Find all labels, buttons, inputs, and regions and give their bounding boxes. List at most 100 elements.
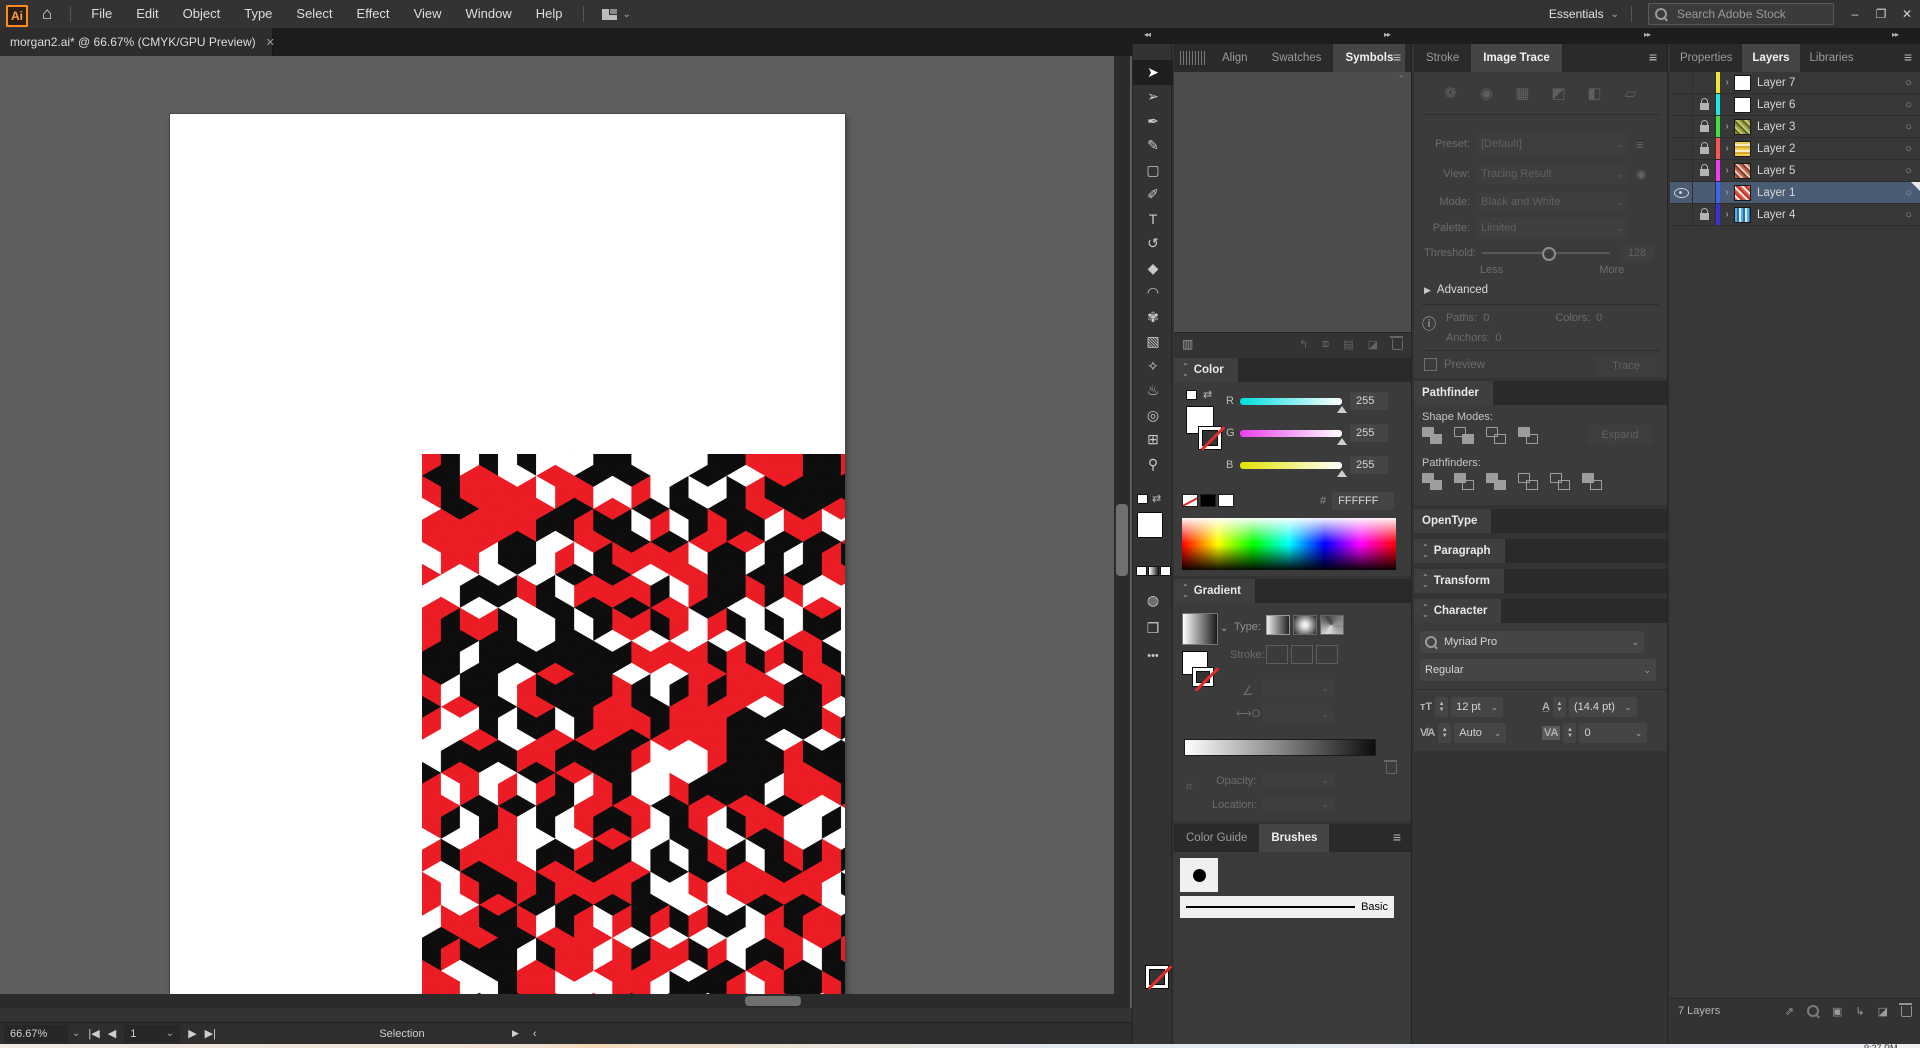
kerning-stepper[interactable]: ▲ ▼: [1438, 723, 1452, 743]
pathfinder-icon[interactable]: [1422, 473, 1444, 491]
new-symbol-icon[interactable]: ◪: [1368, 338, 1378, 351]
curvature-tool[interactable]: ✎: [1133, 134, 1173, 159]
radial-gradient-button[interactable]: [1293, 615, 1317, 635]
swap-fill-stroke-icon[interactable]: ⇄: [1152, 492, 1161, 505]
swap-colors-icon[interactable]: ⇄: [1203, 388, 1212, 401]
tracking-field[interactable]: 0 ⌄: [1579, 723, 1648, 743]
place-symbol-icon[interactable]: ↰: [1299, 338, 1308, 351]
menu-item[interactable]: View: [402, 0, 454, 28]
paintbrush-tool[interactable]: ✐: [1133, 183, 1173, 208]
layer-row[interactable]: › Layer 2 ○: [1670, 138, 1920, 160]
layer-thumbnail[interactable]: [1734, 140, 1751, 157]
threshold-value[interactable]: 128: [1620, 244, 1654, 262]
slider-thumb[interactable]: [1337, 437, 1347, 445]
visibility-cell[interactable]: [1670, 72, 1693, 93]
status-display[interactable]: Selection: [312, 1028, 492, 1040]
horizontal-scrollbar[interactable]: [0, 994, 1114, 1008]
artboard-number-field[interactable]: 1 ⌄: [124, 1024, 181, 1043]
white-swatch[interactable]: [1218, 494, 1234, 507]
panel-menu-icon[interactable]: ≡: [1393, 49, 1401, 65]
first-artboard-icon[interactable]: |◀: [88, 1027, 99, 1040]
freeform-gradient-button[interactable]: [1320, 615, 1344, 635]
none-swatch[interactable]: [1182, 494, 1198, 507]
channel-value[interactable]: 255: [1350, 424, 1388, 442]
layer-thumbnail[interactable]: [1734, 162, 1751, 179]
pathfinder-icon[interactable]: [1582, 473, 1604, 491]
expand-layer-icon[interactable]: ›: [1720, 187, 1734, 198]
round-brush-item[interactable]: [1180, 858, 1218, 892]
location-field[interactable]: ⌄: [1262, 795, 1334, 813]
expand-layer-icon[interactable]: ›: [1720, 77, 1734, 88]
collapse-panel-icon[interactable]: ⌃ ⌄: [1422, 574, 1429, 589]
menu-item[interactable]: Type: [232, 0, 284, 28]
visibility-cell[interactable]: [1670, 160, 1693, 181]
slider-thumb[interactable]: [1337, 469, 1347, 477]
pathfinder-icon[interactable]: [1550, 473, 1572, 491]
panel-menu-icon[interactable]: ≡: [1393, 829, 1401, 845]
channel-slider[interactable]: [1240, 429, 1347, 445]
layer-row[interactable]: › Layer 5 ○: [1670, 160, 1920, 182]
color-button[interactable]: [1136, 566, 1147, 576]
direct-selection-tool[interactable]: ➢: [1133, 85, 1173, 110]
transform-panel-tab[interactable]: ⌃ ⌄ Transform: [1414, 569, 1504, 593]
close-document-icon[interactable]: ✕: [266, 36, 275, 49]
menu-item[interactable]: Effect: [345, 0, 402, 28]
aspect-field[interactable]: ⌄: [1262, 705, 1334, 723]
next-artboard-icon[interactable]: ▶: [188, 1027, 196, 1040]
black-white-icon[interactable]: ◧: [1582, 82, 1608, 104]
opentype-panel-tab[interactable]: OpenType: [1414, 509, 1492, 533]
status-menu-icon[interactable]: ▶: [512, 1028, 519, 1039]
target-circle-icon[interactable]: ○: [1905, 187, 1912, 199]
zoom-dropdown-icon[interactable]: ⌄: [72, 1028, 80, 1039]
stroke-proxy-swatch[interactable]: [1198, 426, 1222, 450]
target-circle-icon[interactable]: ○: [1905, 165, 1912, 177]
slider-thumb[interactable]: [1337, 405, 1347, 413]
visibility-cell[interactable]: [1670, 138, 1693, 159]
layer-name[interactable]: Layer 6: [1757, 99, 1905, 111]
view-field[interactable]: Tracing Result ⌄: [1476, 164, 1628, 184]
panel-tab[interactable]: Layers: [1742, 44, 1800, 72]
delete-layer-icon[interactable]: [1899, 1002, 1912, 1017]
pathfinder-icon[interactable]: [1454, 473, 1476, 491]
collapse-panel-icon[interactable]: ⌃ ⌄: [1422, 604, 1429, 619]
lock-cell[interactable]: [1693, 160, 1716, 181]
opacity-field[interactable]: ⌄: [1262, 771, 1334, 789]
eraser-tool[interactable]: ◆: [1133, 256, 1173, 281]
prev-artboard-icon[interactable]: ◀: [108, 1027, 116, 1040]
gradient-button[interactable]: [1148, 566, 1159, 576]
leading-field[interactable]: (14.4 pt) ⌄: [1568, 697, 1637, 717]
character-panel-tab[interactable]: ⌃ ⌄ Character: [1414, 599, 1502, 623]
lasso-tool[interactable]: ◠: [1133, 281, 1173, 306]
collapse-panel-icon[interactable]: ⌃ ⌄: [1182, 363, 1189, 378]
color-panel-tab[interactable]: ⌃ ⌄ Color: [1174, 358, 1238, 382]
layer-row[interactable]: › Layer 3 ○: [1670, 116, 1920, 138]
channel-value[interactable]: 255: [1350, 392, 1388, 410]
lock-cell[interactable]: [1693, 116, 1716, 137]
lock-cell[interactable]: [1693, 182, 1716, 203]
collapse-dock-icon[interactable]: ▸▸: [1644, 30, 1651, 39]
channel-slider[interactable]: [1240, 397, 1347, 413]
arrange-documents-icon[interactable]: [601, 8, 617, 20]
collapse-toolbar-icon[interactable]: ◂◂: [1144, 30, 1151, 39]
locate-object-icon[interactable]: [1806, 1005, 1819, 1017]
black-swatch[interactable]: [1200, 494, 1216, 507]
basic-brush-item[interactable]: Basic: [1180, 896, 1394, 918]
symbol-options-icon[interactable]: ▤: [1343, 338, 1353, 351]
vertical-scrollbar[interactable]: [1114, 56, 1130, 1008]
visibility-cell[interactable]: [1670, 204, 1693, 225]
view-eye-icon[interactable]: ◉: [1636, 167, 1646, 181]
pathfinder-panel-tab[interactable]: Pathfinder: [1414, 381, 1493, 405]
paragraph-panel-tab[interactable]: ⌃ ⌄ Paragraph: [1414, 539, 1505, 563]
document-tab[interactable]: morgan2.ai* @ 66.67% (CMYK/GPU Preview) …: [0, 28, 275, 56]
layer-row[interactable]: › Layer 1 ○: [1670, 182, 1920, 204]
toolbar-grip[interactable]: [1133, 44, 1171, 60]
gradient-preview-swatch[interactable]: [1182, 613, 1218, 645]
menu-item[interactable]: Help: [524, 0, 575, 28]
layer-thumbnail[interactable]: [1734, 96, 1751, 113]
panel-menu-icon[interactable]: ≡: [1904, 49, 1912, 65]
delete-stop-icon[interactable]: [1384, 760, 1397, 774]
collapse-dock-icon[interactable]: ▸▸: [1892, 30, 1899, 39]
shape-mode-icon[interactable]: [1422, 427, 1444, 445]
visibility-cell[interactable]: [1670, 94, 1693, 115]
linear-gradient-button[interactable]: [1266, 615, 1290, 635]
